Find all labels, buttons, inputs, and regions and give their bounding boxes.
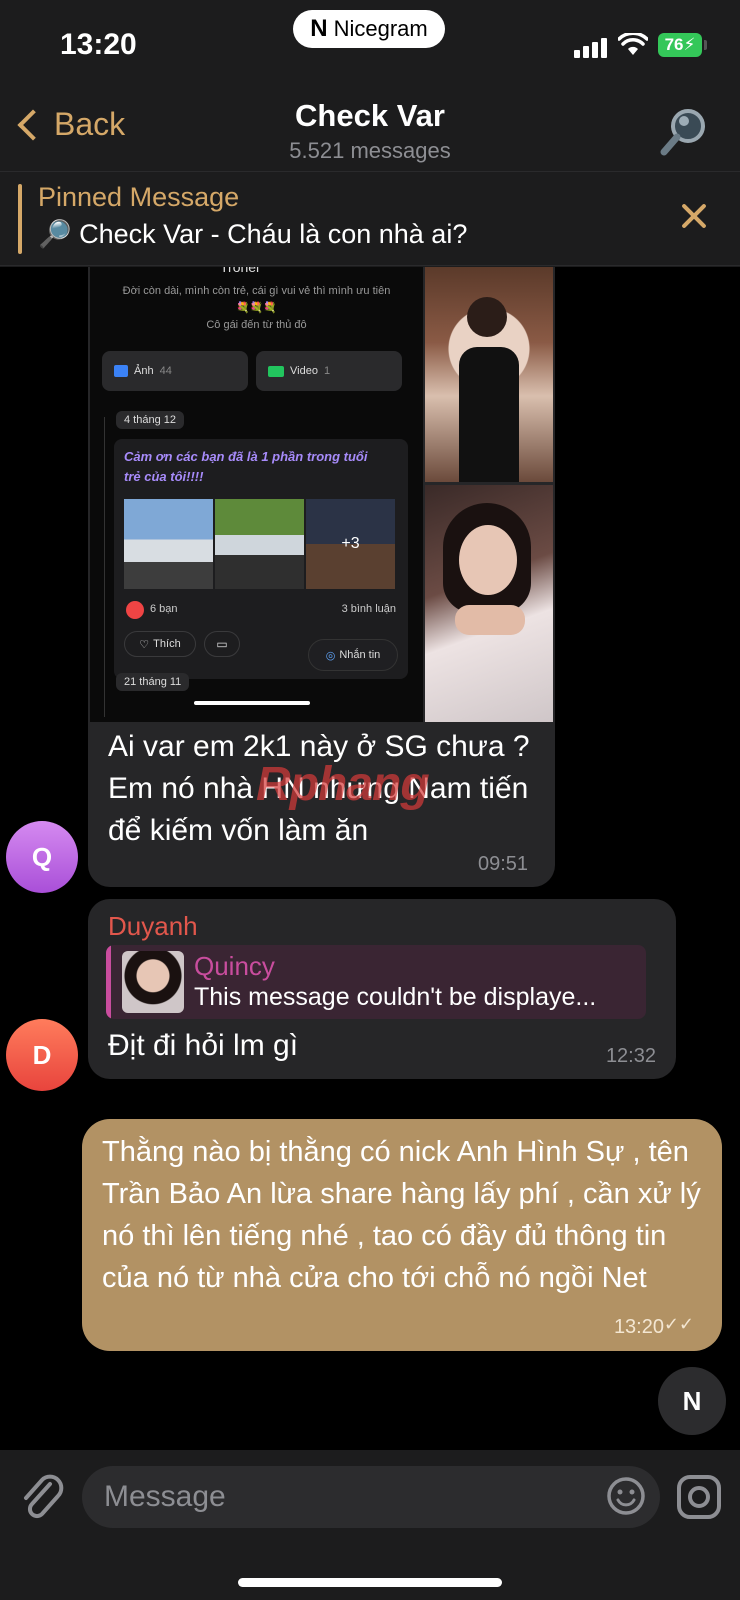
- nicegram-logo-icon: N: [310, 15, 328, 42]
- app-name: Nicegram: [333, 16, 428, 41]
- message-time: 09:51: [478, 853, 529, 875]
- pinned-indicator: [18, 184, 22, 254]
- reply-name: Quincy: [194, 951, 275, 981]
- message-input[interactable]: [82, 1466, 660, 1528]
- post-photo-3: +3: [306, 499, 395, 589]
- app-pill: N Nicegram: [293, 10, 445, 48]
- sender-name: Duyanh: [108, 911, 198, 941]
- likes-count: 6 bạn: [150, 603, 178, 615]
- screenshot-image[interactable]: Trohel Đời còn dài, mình còn trẻ, cái gì…: [90, 267, 423, 722]
- post-photo-1: [124, 499, 213, 589]
- instagram-icon[interactable]: [676, 1474, 722, 1520]
- selfie-figure: [467, 297, 507, 337]
- status-bar: 13:20 N Nicegram 76 ⚡: [0, 0, 740, 90]
- chat-subtitle: 5.521 messages: [289, 138, 451, 163]
- message-chip-label: Nhắn tin: [339, 649, 381, 661]
- home-indicator: [238, 1578, 502, 1587]
- emoji-icon[interactable]: [606, 1476, 646, 1516]
- pinned-text: 🔎 Check Var - Cháu là con nhà ai?: [38, 219, 468, 249]
- profile-bio-emoji: 💐💐💐: [235, 302, 278, 314]
- video-label: Video: [290, 365, 318, 377]
- chat-bubble-icon: ◎: [325, 649, 336, 662]
- wifi-icon: [618, 33, 648, 55]
- photos-tab: Ảnh 44: [102, 351, 248, 391]
- photo-icon: [114, 365, 128, 377]
- selfie-hand: [455, 605, 525, 635]
- selfie-body: [459, 347, 519, 482]
- nicegram-fab-button[interactable]: N: [658, 1367, 726, 1435]
- video-icon: [268, 365, 284, 377]
- chat-title-area[interactable]: Check Var 5.521 messages: [0, 98, 740, 164]
- outgoing-message-bubble[interactable]: Thằng nào bị thằng có nick Anh Hình Sự ,…: [82, 1119, 722, 1351]
- post-caption: Cảm ơn các bạn đã là 1 phần trong tuổi t…: [124, 449, 368, 484]
- profile-bio: Đời còn dài, mình còn trẻ, cái gì vui vẻ…: [122, 285, 391, 297]
- chat-title: Check Var: [295, 98, 445, 133]
- paperclip-icon[interactable]: [20, 1472, 64, 1522]
- videos-tab: Video 1: [256, 351, 402, 391]
- avatar[interactable]: D: [6, 1019, 78, 1091]
- profile-name: Trohel: [220, 267, 260, 275]
- comments-count: 3 bình luận: [341, 603, 396, 615]
- more-photos-count: +3: [341, 535, 360, 552]
- date-chip: 4 tháng 12: [116, 411, 184, 429]
- timeline-line: [104, 417, 105, 717]
- watermark-logo: Rphang: [256, 758, 430, 811]
- message-media-group[interactable]: Trohel Đời còn dài, mình còn trẻ, cái gì…: [90, 267, 553, 722]
- heart-outline-icon: ♡: [139, 638, 150, 651]
- message-time: 12:32: [605, 1045, 656, 1067]
- selfie-photo-2[interactable]: [425, 485, 553, 722]
- home-indicator-in-screenshot: [194, 701, 310, 705]
- like-label: Thích: [153, 638, 181, 650]
- message-text: Thằng nào bị thằng có nick Anh Hình Sự ,…: [102, 1136, 701, 1294]
- message-text: Địt đi hỏi lm gì: [108, 1029, 299, 1062]
- message-list[interactable]: Trohel Đời còn dài, mình còn trẻ, cái gì…: [0, 267, 740, 1450]
- message-bubble[interactable]: Duyanh Quincy This message couldn't be d…: [88, 899, 676, 1079]
- photos-count: 44: [159, 365, 172, 377]
- cellular-signal-icon: [574, 38, 607, 58]
- battery-level: 76: [664, 35, 684, 54]
- photos-label: Ảnh: [134, 365, 154, 377]
- reply-bar: [106, 945, 111, 1019]
- battery-icon: 76 ⚡: [658, 33, 702, 57]
- message-time: 13:20: [613, 1316, 664, 1338]
- status-time: 13:20: [60, 28, 137, 61]
- avatar-letter: Q: [31, 841, 53, 872]
- reply-preview[interactable]: Quincy This message couldn't be displaye…: [106, 945, 646, 1019]
- selfie-face: [459, 525, 517, 595]
- close-icon[interactable]: [678, 200, 710, 232]
- profile-bio-2: Cô gái đến từ thủ đô: [206, 319, 307, 331]
- selfie-photo-1[interactable]: [425, 267, 553, 482]
- date-chip-2: 21 tháng 11: [116, 673, 190, 691]
- heart-icon: [126, 601, 144, 619]
- pinned-message-bar[interactable]: Pinned Message 🔎 Check Var - Cháu là con…: [0, 172, 740, 266]
- reply-thumbnail: [122, 951, 184, 1013]
- reply-text: This message couldn't be displaye...: [194, 983, 597, 1011]
- like-chip: ♡ Thích: [124, 631, 196, 657]
- comment-icon: ▭: [204, 631, 240, 657]
- battery-nub: [704, 40, 707, 50]
- post-photo-2: [215, 499, 304, 589]
- nicegram-logo-icon: N: [682, 1385, 702, 1416]
- pinned-label: Pinned Message: [38, 182, 240, 212]
- chat-header: Back Check Var 5.521 messages: [0, 90, 740, 172]
- search-icon[interactable]: [658, 106, 710, 158]
- avatar-letter: D: [32, 1039, 52, 1070]
- avatar[interactable]: Q: [6, 821, 78, 893]
- video-count: 1: [323, 365, 331, 377]
- message-input-bar: [0, 1450, 740, 1600]
- message-chip: ◎ Nhắn tin: [308, 639, 398, 671]
- double-check-icon: ✓✓: [663, 1314, 694, 1334]
